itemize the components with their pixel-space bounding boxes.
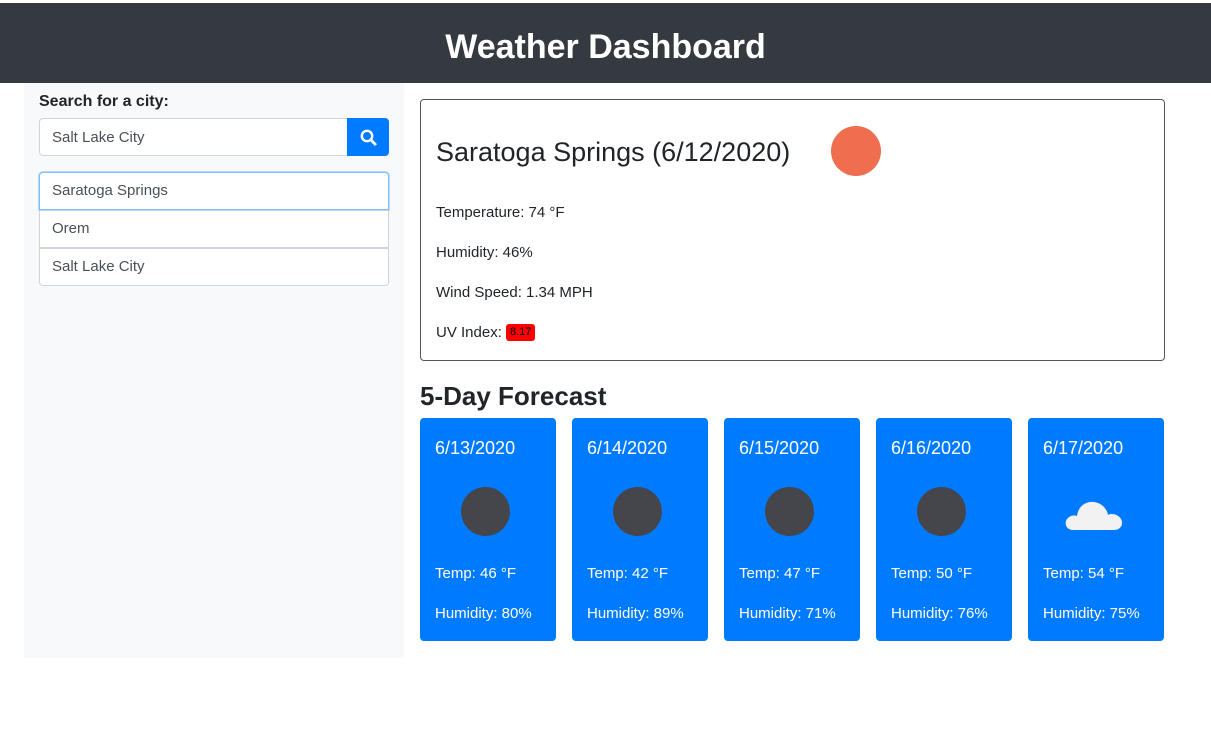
wind-speed-text: Wind Speed: 1.34 MPH [436, 284, 593, 301]
search-button[interactable] [347, 118, 389, 156]
search-icon [360, 129, 377, 146]
forecast-date: 6/13/2020 [435, 438, 516, 458]
history-item-salt-lake-city[interactable]: Salt Lake City [39, 248, 389, 286]
forecast-card: 6/16/2020 Temp: 50 °F Humidity: 76% [876, 418, 1012, 641]
uv-index-badge: 8.17 [506, 323, 536, 341]
sun-icon [831, 126, 881, 176]
search-input[interactable] [39, 118, 348, 156]
current-city-title: Saratoga Springs (6/12/2020) [436, 137, 791, 167]
forecast-card: 6/14/2020 Temp: 42 °F Humidity: 89% [572, 418, 708, 641]
history-item-saratoga-springs[interactable]: Saratoga Springs [39, 172, 389, 210]
forecast-temp: Temp: 47 °F [739, 565, 821, 582]
clear-night-icon [613, 487, 662, 536]
forecast-temp: Temp: 46 °F [435, 565, 517, 582]
forecast-date: 6/17/2020 [1043, 438, 1124, 458]
forecast-humidity: Humidity: 76% [891, 605, 988, 622]
search-label: Search for a city: [39, 93, 169, 110]
header-bar: Weather Dashboard [0, 3, 1211, 83]
forecast-card: 6/17/2020 Temp: 54 °F Humidity: 75% [1028, 418, 1164, 641]
forecast-card: 6/13/2020 Temp: 46 °F Humidity: 80% [420, 418, 556, 641]
forecast-temp: Temp: 42 °F [587, 565, 669, 582]
forecast-date: 6/15/2020 [739, 438, 820, 458]
clear-night-icon [917, 487, 966, 536]
uv-index-label: UV Index: [436, 324, 502, 341]
humidity-text: Humidity: 46% [436, 244, 533, 261]
forecast-card: 6/15/2020 Temp: 47 °F Humidity: 71% [724, 418, 860, 641]
forecast-humidity: Humidity: 75% [1043, 605, 1140, 622]
cloud-icon [1065, 501, 1123, 530]
temperature-text: Temperature: 74 °F [436, 204, 565, 221]
forecast-humidity: Humidity: 89% [587, 605, 684, 622]
page-title: Weather Dashboard [445, 28, 766, 66]
forecast-temp: Temp: 54 °F [1043, 565, 1125, 582]
search-history-list: Saratoga Springs Orem Salt Lake City [39, 172, 389, 286]
forecast-date: 6/14/2020 [587, 438, 668, 458]
clear-night-icon [765, 487, 814, 536]
history-item-orem[interactable]: Orem [39, 210, 389, 248]
forecast-date: 6/16/2020 [891, 438, 972, 458]
forecast-temp: Temp: 50 °F [891, 565, 973, 582]
forecast-humidity: Humidity: 80% [435, 605, 532, 622]
sidebar: Search for a city: Saratoga Springs Orem… [24, 83, 404, 658]
forecast-title: 5-Day Forecast [420, 381, 607, 411]
current-weather-card: Saratoga Springs (6/12/2020) Temperature… [420, 99, 1165, 361]
forecast-humidity: Humidity: 71% [739, 605, 836, 622]
clear-night-icon [461, 487, 510, 536]
uv-index-row: UV Index: 8.17 [436, 323, 536, 343]
